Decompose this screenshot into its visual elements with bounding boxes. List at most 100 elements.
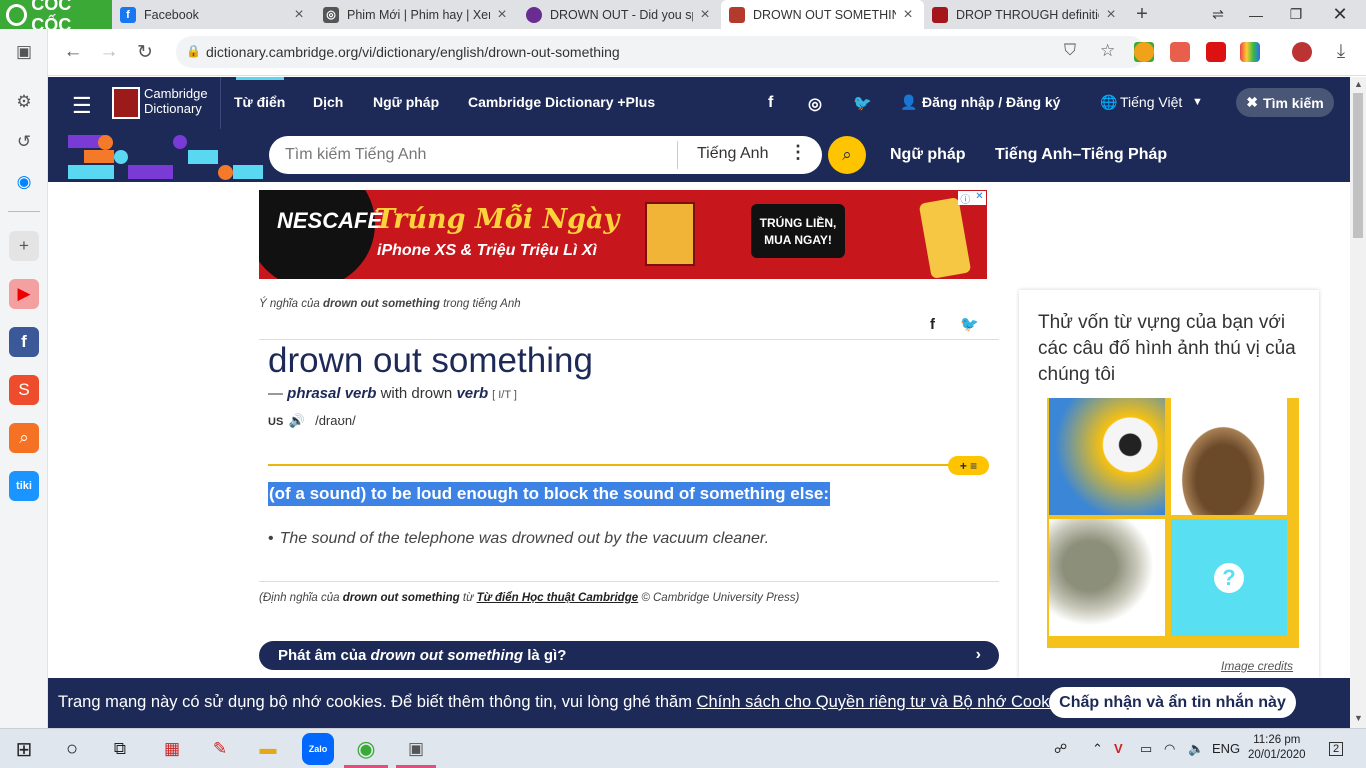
- ad-decor: [259, 190, 375, 279]
- parrot-image[interactable]: [1049, 398, 1165, 515]
- more-options-icon[interactable]: ⋮: [789, 142, 807, 163]
- ad-banner[interactable]: NESCAFÉ Trúng Mỗi Ngày iPhone XS & Triệu…: [259, 190, 987, 279]
- quiz-widget[interactable]: Thử vốn từ vựng của bạn với các câu đố h…: [1019, 290, 1319, 678]
- instagram-icon[interactable]: ◎: [808, 94, 822, 114]
- image-credits-link[interactable]: Image credits: [1221, 659, 1293, 673]
- paint-icon[interactable]: ✎: [204, 733, 236, 765]
- app-icon[interactable]: ▦: [156, 733, 188, 765]
- forward-arrow-icon[interactable]: →: [96, 39, 122, 65]
- extension-red-icon[interactable]: [1206, 42, 1226, 62]
- back-arrow-icon[interactable]: ←: [60, 39, 86, 65]
- task-view-icon[interactable]: ⧉: [104, 733, 136, 765]
- reload-icon[interactable]: ↻: [132, 39, 158, 65]
- facebook-share-icon[interactable]: f: [930, 316, 935, 333]
- scroll-down-icon[interactable]: ▼: [1354, 713, 1363, 723]
- sidebar-divider: [8, 211, 40, 212]
- facebook-icon[interactable]: f: [9, 327, 39, 357]
- ad-cta[interactable]: TRÚNG LIỀN, MUA NGAY!: [751, 204, 845, 258]
- search-button[interactable]: ⌕: [828, 136, 866, 174]
- messenger-icon[interactable]: ◉: [9, 167, 39, 197]
- tray-chevron-up-icon[interactable]: ⌃: [1092, 741, 1103, 757]
- unikey-icon[interactable]: V: [1114, 741, 1123, 756]
- search-input[interactable]: [285, 144, 665, 166]
- minimize-button[interactable]: —: [1236, 0, 1276, 29]
- snail-image[interactable]: [1171, 398, 1287, 515]
- pronunciation-section-header[interactable]: Phát âm của drown out something là gì? ›: [259, 641, 999, 670]
- close-window-button[interactable]: ✕: [1320, 0, 1360, 29]
- vertical-scrollbar[interactable]: ▲ ▼: [1350, 77, 1366, 728]
- source-link[interactable]: Từ điển Học thuật Cambridge: [477, 592, 639, 604]
- nav-translate[interactable]: Dịch: [313, 94, 343, 110]
- hamburger-menu-icon[interactable]: ☰: [72, 93, 92, 119]
- language-selector[interactable]: Tiếng Việt: [1120, 94, 1182, 110]
- tab-facebook[interactable]: f Facebook ×: [112, 0, 315, 29]
- shield-icon[interactable]: ⛉: [1064, 42, 1076, 60]
- settings-gear-icon[interactable]: ⚙: [9, 87, 39, 117]
- history-icon[interactable]: ↺: [9, 127, 39, 157]
- battery-icon[interactable]: ▭: [1140, 741, 1152, 757]
- cookie-policy-link[interactable]: Chính sách cho Quyền riêng tư và Bộ nhớ …: [697, 693, 1071, 711]
- downloads-arrow-icon[interactable]: ⤓: [1328, 39, 1354, 65]
- site-logo[interactable]: Cambridge Dictionary: [144, 86, 208, 116]
- clock[interactable]: 11:26 pm 20/01/2020: [1248, 733, 1306, 763]
- close-tab-icon[interactable]: ×: [291, 6, 307, 24]
- close-tab-icon[interactable]: ×: [1103, 6, 1119, 24]
- coccoc-taskbar-icon[interactable]: ◉: [350, 733, 382, 765]
- decor-shape: [98, 135, 113, 150]
- dictionary-select[interactable]: Tiếng Anh: [697, 145, 768, 163]
- volume-icon[interactable]: 🔈: [1188, 741, 1204, 757]
- file-explorer-icon[interactable]: ▬: [252, 733, 284, 765]
- maximize-button[interactable]: ❐: [1276, 0, 1316, 29]
- shopee-icon[interactable]: S: [9, 375, 39, 405]
- search-app-icon[interactable]: ⌕: [9, 423, 39, 453]
- extension-icon[interactable]: [1134, 42, 1154, 62]
- search-toggle-button[interactable]: ✖ Tìm kiếm: [1236, 88, 1334, 117]
- nav-dictionary[interactable]: Từ điển: [234, 94, 285, 110]
- facebook-icon[interactable]: f: [768, 94, 773, 112]
- twitter-share-icon[interactable]: 🐦: [960, 316, 979, 333]
- scrollbar-thumb[interactable]: [1353, 93, 1363, 238]
- wifi-icon[interactable]: ◠: [1164, 741, 1175, 757]
- tab-drown-out[interactable]: DROWN OUT - Did you spe ×: [518, 0, 721, 29]
- zalo-icon[interactable]: Zalo: [302, 733, 334, 765]
- nav-grammar[interactable]: Ngữ pháp: [373, 94, 439, 110]
- accept-cookies-button[interactable]: Chấp nhận và ẩn tin nhắn này: [1049, 687, 1296, 718]
- url-field[interactable]: 🔒 dictionary.cambridge.org/vi/dictionary/…: [176, 36, 1154, 68]
- tiki-icon[interactable]: tiki: [9, 471, 39, 501]
- login-link[interactable]: Đăng nhập / Đăng ký: [922, 94, 1060, 110]
- cambridge-crest-icon[interactable]: [112, 87, 140, 119]
- bookmark-star-icon[interactable]: ☆: [1100, 41, 1115, 61]
- ad-close-icon[interactable]: ⓘ ✕: [958, 191, 986, 206]
- tab-drown-out-something[interactable]: DROWN OUT SOMETHING ×: [721, 0, 924, 29]
- twitter-icon[interactable]: 🐦: [853, 94, 872, 112]
- extension-color-icon[interactable]: [1240, 42, 1260, 62]
- close-tab-icon[interactable]: ×: [900, 6, 916, 24]
- search-circle-icon[interactable]: ○: [56, 733, 88, 765]
- subnav-english-french[interactable]: Tiếng Anh–Tiếng Pháp: [995, 146, 1167, 164]
- app-icon[interactable]: ▣: [400, 733, 432, 765]
- browser-brand[interactable]: CỐC CỐC: [0, 0, 112, 35]
- youtube-icon[interactable]: ▶: [9, 279, 39, 309]
- question-tile[interactable]: ?: [1171, 519, 1287, 636]
- sidebar-toggle-icon[interactable]: ▣: [9, 37, 39, 67]
- scroll-up-icon[interactable]: ▲: [1354, 79, 1363, 89]
- tab-drop-through[interactable]: DROP THROUGH definition ×: [924, 0, 1127, 29]
- octopus-image[interactable]: [1049, 519, 1165, 636]
- add-to-wordlist-button[interactable]: + ≡: [948, 456, 989, 475]
- tab-phimmoi[interactable]: ◎ Phim Mới | Phim hay | Xem ×: [315, 0, 518, 29]
- close-tab-icon[interactable]: ×: [494, 6, 510, 24]
- adblock-icon[interactable]: [1170, 42, 1190, 62]
- speaker-icon[interactable]: 🔊: [289, 413, 305, 428]
- profile-avatar[interactable]: [1292, 42, 1312, 62]
- new-tab-button[interactable]: +: [1127, 0, 1157, 29]
- close-icon: ✖: [1246, 94, 1259, 110]
- subnav-grammar[interactable]: Ngữ pháp: [890, 146, 966, 164]
- close-tab-icon[interactable]: ×: [697, 6, 713, 24]
- windows-start-icon[interactable]: ⊞: [8, 733, 40, 765]
- input-language[interactable]: ENG: [1212, 741, 1240, 756]
- tab-menu-icon[interactable]: ⇌: [1198, 0, 1238, 29]
- notification-center-icon[interactable]: 2: [1320, 733, 1352, 765]
- nav-plus[interactable]: Cambridge Dictionary +Plus: [468, 94, 655, 110]
- people-icon[interactable]: ☍: [1054, 741, 1067, 757]
- add-icon[interactable]: +: [9, 231, 39, 261]
